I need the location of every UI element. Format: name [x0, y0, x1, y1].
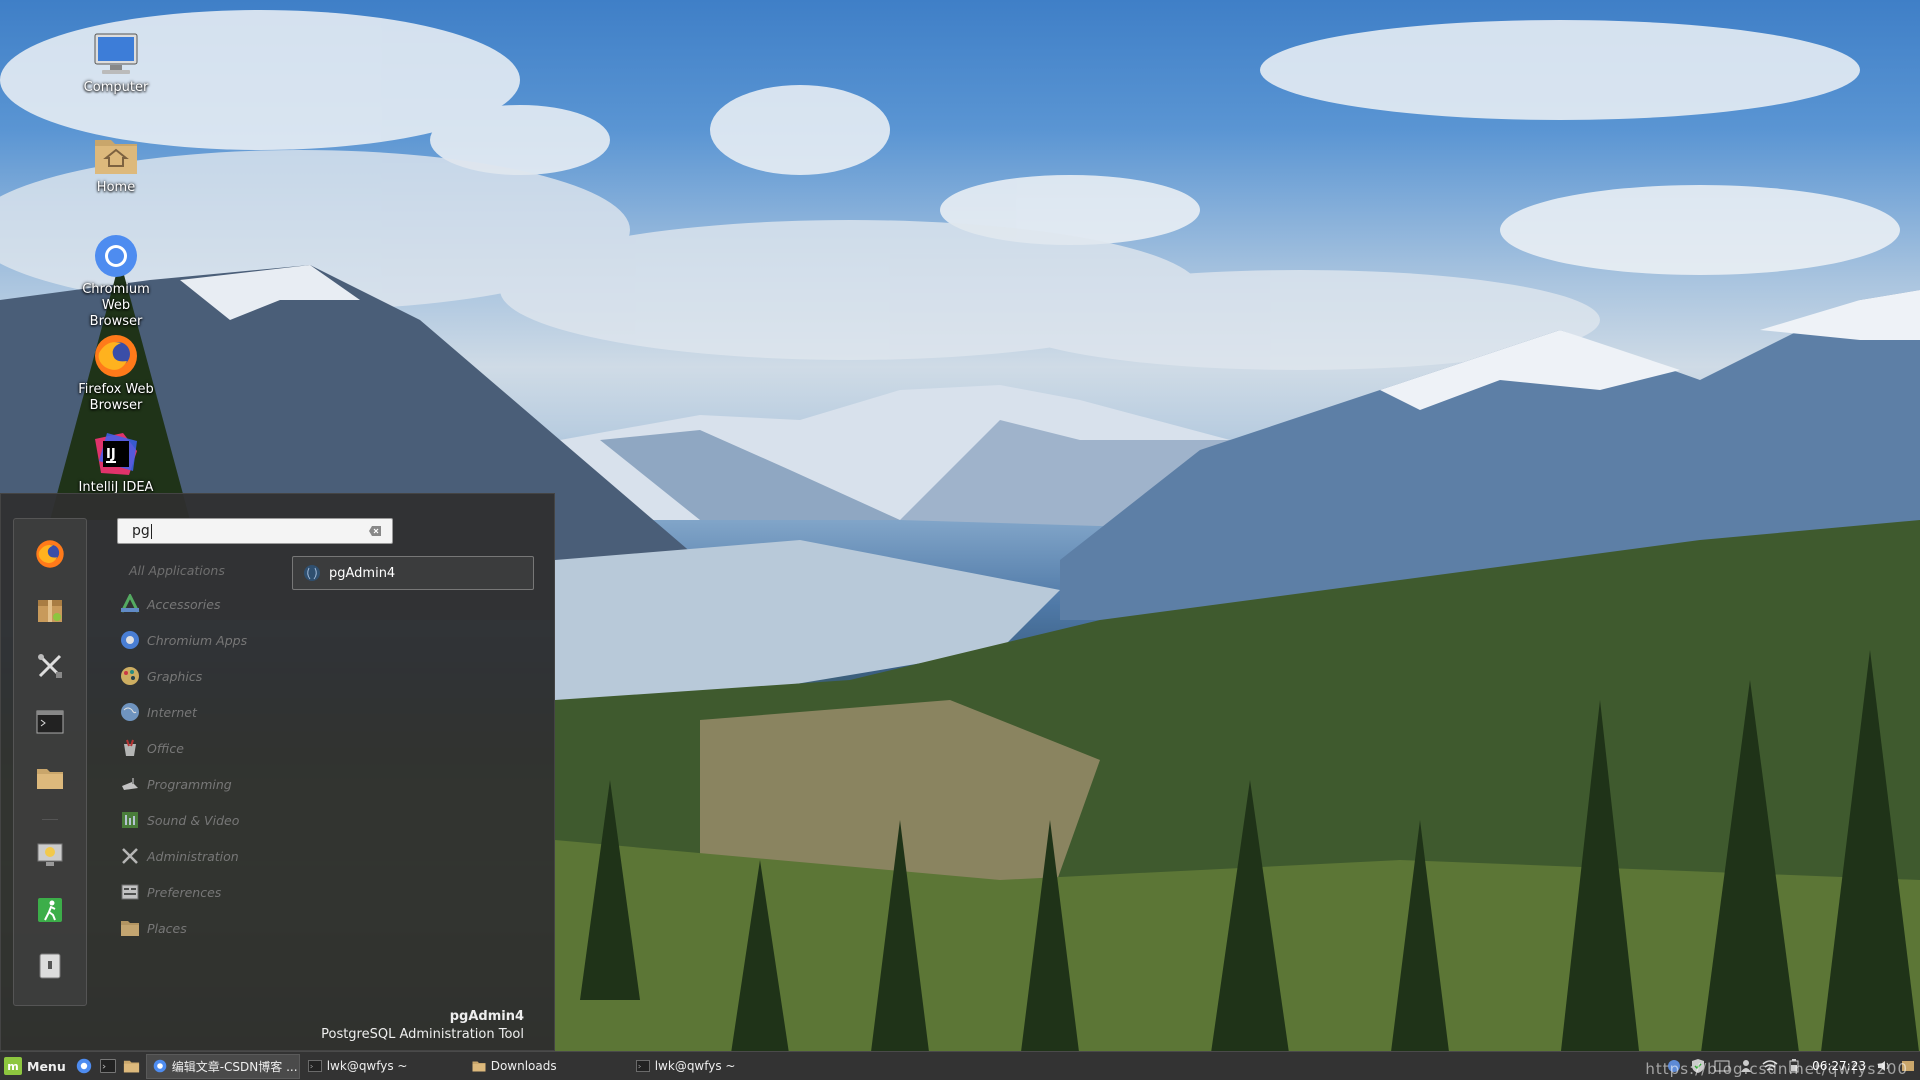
home-folder-icon — [92, 130, 140, 178]
system-settings-icon — [38, 654, 62, 678]
logout-icon — [38, 898, 62, 922]
taskbar: m Menu 编辑文章-CSDN博客 ... lwk@qwfys ~ Downl… — [0, 1051, 1920, 1080]
pgadmin-icon — [304, 565, 320, 581]
search-input-value: pg — [132, 523, 150, 539]
files-icon — [37, 769, 63, 789]
desktop-icon-home[interactable]: Home — [74, 130, 158, 196]
terminal-icon — [307, 1060, 322, 1072]
window-button-terminal-2[interactable]: lwk@qwfys ~ — [630, 1054, 792, 1079]
firefox-icon — [36, 540, 64, 568]
desktop-icon-label: Chromium Web Browser — [82, 282, 150, 329]
category-chromium-apps[interactable]: Chromium Apps — [119, 622, 289, 658]
favorite-files[interactable] — [31, 759, 69, 797]
launcher-terminal[interactable] — [97, 1055, 119, 1077]
window-button-downloads[interactable]: Downloads — [466, 1054, 628, 1079]
favorite-logout[interactable] — [31, 891, 69, 929]
terminal-icon — [36, 710, 64, 734]
favorite-lock-screen[interactable] — [31, 835, 69, 873]
chromium-icon — [76, 1058, 91, 1074]
places-folder-icon — [119, 917, 141, 939]
window-button-terminal-1[interactable]: lwk@qwfys ~ — [302, 1054, 464, 1079]
graphics-icon — [119, 665, 141, 687]
favorite-terminal[interactable] — [31, 703, 69, 741]
computer-icon — [92, 30, 140, 78]
category-sound-video[interactable]: Sound & Video — [119, 802, 289, 838]
app-description-title: pgAdmin4 — [449, 1009, 524, 1024]
accessories-icon — [119, 593, 141, 615]
firefox-icon — [92, 332, 140, 380]
preferences-icon — [119, 881, 141, 903]
category-administration[interactable]: Administration — [119, 838, 289, 874]
files-icon — [124, 1060, 140, 1073]
category-places[interactable]: Places — [119, 910, 289, 946]
mint-logo-icon: m — [4, 1057, 22, 1075]
favorite-firefox[interactable] — [31, 535, 69, 573]
start-menu: pg All Applications Accessories Chromium… — [0, 493, 555, 1051]
terminal-icon — [100, 1059, 116, 1073]
package-manager-icon — [38, 600, 62, 622]
office-icon — [119, 737, 141, 759]
category-office[interactable]: Office — [119, 730, 289, 766]
favorite-shutdown[interactable] — [31, 947, 69, 985]
favorite-system-settings[interactable] — [31, 647, 69, 685]
administration-icon — [119, 845, 141, 867]
svg-text:IJ: IJ — [106, 447, 116, 462]
chromium-icon — [119, 629, 141, 651]
desktop-icon-label: Firefox Web Browser — [78, 382, 154, 413]
favorite-package-manager[interactable] — [31, 591, 69, 629]
category-accessories[interactable]: Accessories — [119, 586, 289, 622]
category-all-applications[interactable]: All Applications — [119, 554, 289, 586]
favorites-separator — [42, 819, 58, 820]
desktop-icon-intellij[interactable]: IJ IntelliJ IDEA — [74, 430, 158, 496]
category-programming[interactable]: Programming — [119, 766, 289, 802]
launcher-chromium[interactable] — [73, 1055, 95, 1077]
sound-video-icon — [119, 809, 141, 831]
menu-button[interactable]: m Menu — [0, 1053, 72, 1080]
window-button-browser[interactable]: 编辑文章-CSDN博客 ... — [145, 1053, 300, 1079]
programming-icon — [119, 773, 141, 795]
chromium-icon — [92, 232, 140, 280]
internet-icon — [119, 701, 141, 723]
category-internet[interactable]: Internet — [119, 694, 289, 730]
category-preferences[interactable]: Preferences — [119, 874, 289, 910]
watermark: https://blog.csdn.net/qwfys200 — [1645, 1060, 1908, 1078]
terminal-icon — [635, 1060, 650, 1072]
desktop-icon-firefox[interactable]: Firefox Web Browser — [74, 332, 158, 414]
chromium-icon — [153, 1059, 167, 1073]
search-result-pgadmin4[interactable]: pgAdmin4 — [292, 556, 534, 590]
desktop-icon-computer[interactable]: Computer — [74, 30, 158, 96]
favorites-panel — [13, 518, 87, 1006]
desktop-icon-label: Home — [96, 180, 136, 195]
folder-icon — [472, 1061, 486, 1072]
launcher-files[interactable] — [121, 1055, 143, 1077]
shutdown-icon — [39, 953, 61, 979]
search-input[interactable]: pg — [117, 518, 393, 544]
desktop-icon-chromium[interactable]: Chromium Web Browser — [74, 232, 158, 330]
clear-search-icon[interactable] — [368, 525, 382, 537]
intellij-icon: IJ — [92, 430, 140, 478]
app-description: pgAdmin4 PostgreSQL Administration Tool — [321, 1008, 524, 1044]
category-list: All Applications Accessories Chromium Ap… — [119, 554, 289, 946]
app-description-subtitle: PostgreSQL Administration Tool — [321, 1027, 524, 1042]
desktop-icon-label: Computer — [83, 80, 149, 95]
category-graphics[interactable]: Graphics — [119, 658, 289, 694]
lock-screen-icon — [37, 843, 63, 866]
